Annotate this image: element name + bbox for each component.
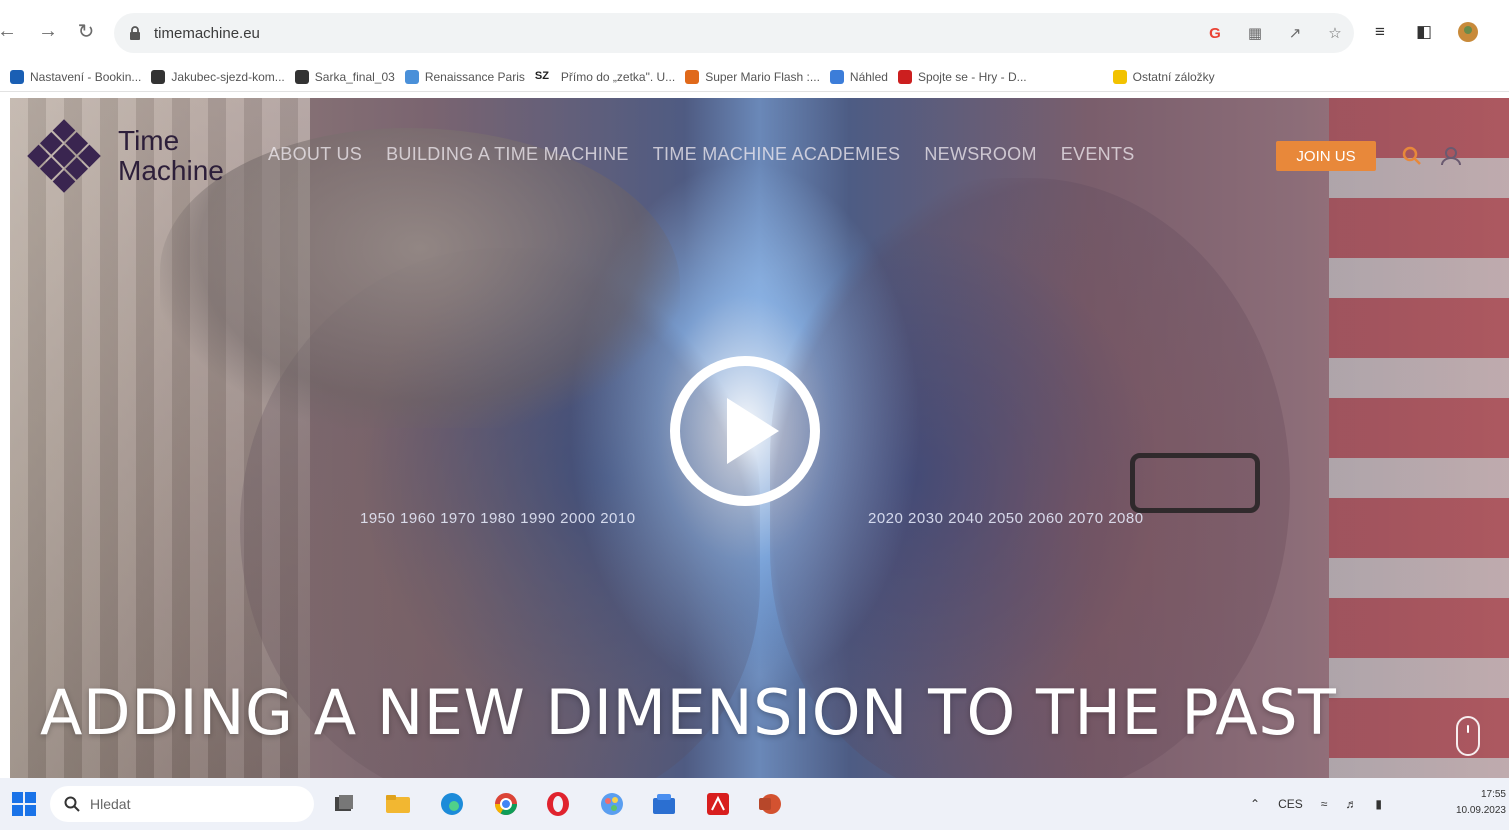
- taskbar-clock[interactable]: 17:55 10.09.2023: [1436, 787, 1506, 819]
- windows-taskbar: Hledat ⌃ CES ≈ ♬ ▮ 17:55 10.09.2023: [0, 778, 1509, 830]
- hero-section: 1950 1960 1970 1980 1990 2000 2010 2020 …: [10, 98, 1509, 778]
- acrobat-icon[interactable]: [702, 788, 734, 820]
- system-tray: ⌃ CES ≈ ♬ ▮: [1250, 778, 1382, 830]
- menu-kebab-icon[interactable]: ⋮: [1500, 20, 1509, 44]
- play-video-icon[interactable]: [667, 353, 823, 509]
- media-queue-icon[interactable]: ≡: [1368, 20, 1392, 44]
- google-icon[interactable]: G: [1204, 22, 1226, 44]
- logo-line-2: Machine: [118, 155, 224, 186]
- bookmark-favicon-icon: [10, 69, 24, 84]
- join-us-button[interactable]: JOIN US: [1276, 141, 1376, 171]
- bookmark-item[interactable]: Renaissance Paris: [404, 69, 525, 84]
- bookmark-item[interactable]: Nastavení - Bookin...: [10, 69, 142, 84]
- logo-line-1: Time: [118, 125, 180, 156]
- nav-about-us[interactable]: ABOUT US: [268, 144, 362, 165]
- file-explorer-icon[interactable]: [382, 788, 414, 820]
- chrome-icon[interactable]: [490, 788, 522, 820]
- address-bar[interactable]: timemachine.eu G ▦ ↗ ☆: [114, 13, 1354, 53]
- side-panel-icon[interactable]: ◧: [1412, 20, 1436, 44]
- clock-time: 17:55: [1480, 789, 1506, 800]
- hero-cap: [160, 128, 680, 428]
- windows-start-icon[interactable]: [12, 792, 36, 816]
- bookmark-favicon-icon: [685, 69, 700, 84]
- years-right: 2020 2030 2040 2050 2060 2070 2080: [868, 510, 1144, 527]
- logo-text: Time Machine: [118, 126, 224, 186]
- scroll-mouse-icon[interactable]: [1456, 716, 1480, 756]
- logo-diamond-icon: [27, 119, 101, 193]
- bookmark-label: Super Mario Flash :...: [705, 69, 820, 84]
- bookmark-favicon-icon: [1112, 69, 1127, 84]
- bookmarks-bar: Nastavení - Bookin... Jakubec-sjezd-kom..…: [0, 62, 1509, 92]
- user-account-icon[interactable]: [1440, 146, 1462, 166]
- bookmark-label: Ostatní záložky: [1132, 69, 1215, 84]
- search-magnifier-icon: [64, 796, 80, 812]
- forward-arrow-icon[interactable]: →: [34, 17, 62, 45]
- bookmark-favicon-icon: [151, 69, 166, 84]
- nav-newsroom[interactable]: NEWSROOM: [924, 144, 1036, 165]
- volume-icon[interactable]: ♬: [1345, 797, 1357, 811]
- bookmark-label: Nastavení - Bookin...: [30, 69, 142, 84]
- main-nav: ABOUT US BUILDING A TIME MACHINE TIME MA…: [268, 144, 1135, 165]
- bookmark-label: Spojte se - Hry - D...: [917, 69, 1027, 84]
- bookmark-favicon-icon: [404, 69, 419, 84]
- powerpoint-icon[interactable]: [754, 788, 786, 820]
- battery-icon[interactable]: ▮: [1375, 797, 1382, 811]
- years-left: 1950 1960 1970 1980 1990 2000 2010: [360, 510, 636, 527]
- search-icon[interactable]: [1402, 146, 1422, 166]
- share-icon[interactable]: ↗: [1284, 22, 1306, 44]
- hero-building-right: [1329, 98, 1509, 778]
- bookmark-item[interactable]: Jakubec-sjezd-kom...: [151, 69, 285, 84]
- browser-toolbar: ← → ↻ timemachine.eu G ▦ ↗ ☆ ≡ ◧ ⋮: [0, 0, 1509, 62]
- url-text[interactable]: timemachine.eu: [154, 25, 260, 42]
- bookmark-favicon-icon: [829, 69, 844, 84]
- bookmark-item[interactable]: Sarka_final_03: [294, 69, 395, 84]
- reload-icon[interactable]: ↻: [72, 17, 100, 45]
- paint-app-icon[interactable]: [596, 788, 628, 820]
- profile-avatar-icon[interactable]: [1456, 20, 1480, 44]
- site-logo[interactable]: Time Machine: [24, 116, 224, 196]
- bookmark-item[interactable]: Super Mario Flash :...: [685, 69, 820, 84]
- hero-glasses: [1130, 453, 1260, 513]
- bookmark-favicon-icon: [294, 69, 309, 84]
- bookmark-label: Jakubec-sjezd-kom...: [171, 69, 285, 84]
- translate-icon[interactable]: ▦: [1244, 22, 1266, 44]
- clock-date: 10.09.2023: [1455, 805, 1506, 816]
- tray-chevron-up-icon[interactable]: ⌃: [1250, 797, 1260, 811]
- nav-events[interactable]: EVENTS: [1061, 144, 1135, 165]
- bookmark-item[interactable]: SZ Přímo do „zetka". U...: [535, 70, 675, 84]
- hero-headline: ADDING A NEW DIMENSION TO THE PAST: [40, 676, 1337, 749]
- bookmark-item[interactable]: Ostatní záložky: [1112, 69, 1215, 84]
- bookmark-label: Přímo do „zetka". U...: [560, 69, 676, 84]
- nav-building-a-time-machine[interactable]: BUILDING A TIME MACHINE: [386, 144, 629, 165]
- bookmark-label: Náhled: [849, 69, 888, 84]
- store-app-icon[interactable]: [648, 788, 680, 820]
- bookmark-label: Sarka_final_03: [314, 69, 395, 84]
- language-indicator[interactable]: CES: [1278, 797, 1303, 811]
- taskbar-search-box[interactable]: Hledat: [50, 786, 314, 822]
- bookmark-item[interactable]: Spojte se - Hry - D...: [897, 69, 1027, 84]
- nav-time-machine-academies[interactable]: TIME MACHINE ACADEMIES: [653, 144, 901, 165]
- bookmark-favicon-icon: [897, 69, 912, 84]
- bookmark-item[interactable]: Náhled: [829, 69, 888, 84]
- edge-browser-icon[interactable]: [436, 788, 468, 820]
- lock-icon: [128, 26, 142, 40]
- bookmark-star-icon[interactable]: ☆: [1324, 22, 1346, 44]
- bookmark-favicon-icon: SZ: [534, 69, 549, 82]
- task-view-icon[interactable]: [328, 788, 360, 820]
- wifi-icon[interactable]: ≈: [1321, 797, 1328, 811]
- bookmark-label: Renaissance Paris: [424, 69, 525, 84]
- back-arrow-icon[interactable]: ←: [0, 17, 17, 45]
- taskbar-search-label: Hledat: [90, 796, 131, 812]
- opera-icon[interactable]: [542, 788, 574, 820]
